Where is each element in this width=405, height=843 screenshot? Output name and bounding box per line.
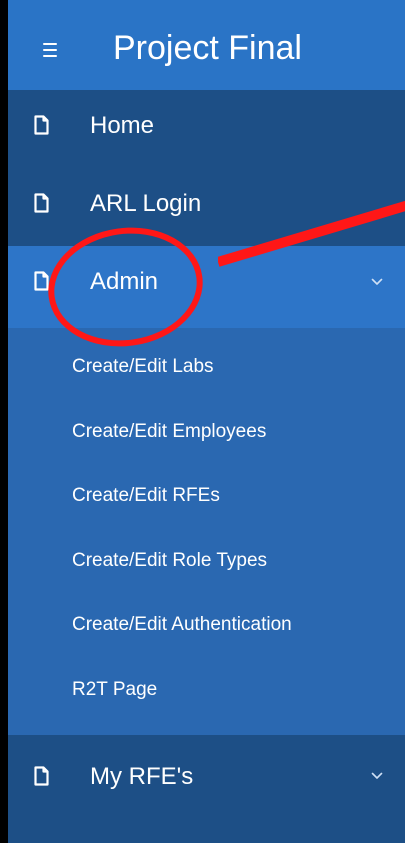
main-nav: Home ARL Login Admin Create/Edit Labs Cr… [8,90,405,829]
submenu-item-create-edit-rfes[interactable]: Create/Edit RFEs [8,465,405,530]
submenu-item-create-edit-employees[interactable]: Create/Edit Employees [8,401,405,466]
submenu-item-label: Create/Edit Employees [72,420,267,442]
submenu-item-create-edit-labs[interactable]: Create/Edit Labs [8,336,405,401]
navigation-sidebar: Project Final Home ARL Login Admin Creat… [8,0,405,843]
nav-item-arl-login[interactable]: ARL Login [8,168,405,246]
chevron-down-icon[interactable] [371,771,383,781]
nav-item-label: ARL Login [90,190,202,217]
admin-submenu: Create/Edit Labs Create/Edit Employees C… [8,328,405,735]
app-header: Project Final [8,0,405,90]
nav-item-label: Home [90,112,155,139]
nav-item-my-rfes[interactable]: My RFE's [8,735,405,829]
submenu-item-label: Create/Edit Authentication [72,614,292,635]
submenu-item-create-edit-authentication[interactable]: Create/Edit Authentication [8,594,405,659]
nav-item-label: My RFE's [90,763,194,790]
nav-item-admin[interactable]: Admin [8,246,405,328]
page-icon [34,115,49,135]
submenu-item-label: Create/Edit Labs [72,356,214,377]
page-icon [34,193,49,213]
chevron-down-icon[interactable] [371,277,383,287]
page-icon [34,766,49,786]
submenu-item-label: R2T Page [72,678,158,700]
submenu-item-r2t-page[interactable]: R2T Page [8,659,405,724]
app-title: Project Final [113,29,302,67]
hamburger-menu-icon[interactable] [43,43,57,57]
submenu-item-create-edit-role-types[interactable]: Create/Edit Role Types [8,530,405,595]
submenu-item-label: Create/Edit RFEs [72,485,220,506]
nav-item-label: Admin [90,268,159,295]
nav-item-home[interactable]: Home [8,90,405,168]
submenu-item-label: Create/Edit Role Types [72,549,268,571]
page-icon [34,271,49,291]
